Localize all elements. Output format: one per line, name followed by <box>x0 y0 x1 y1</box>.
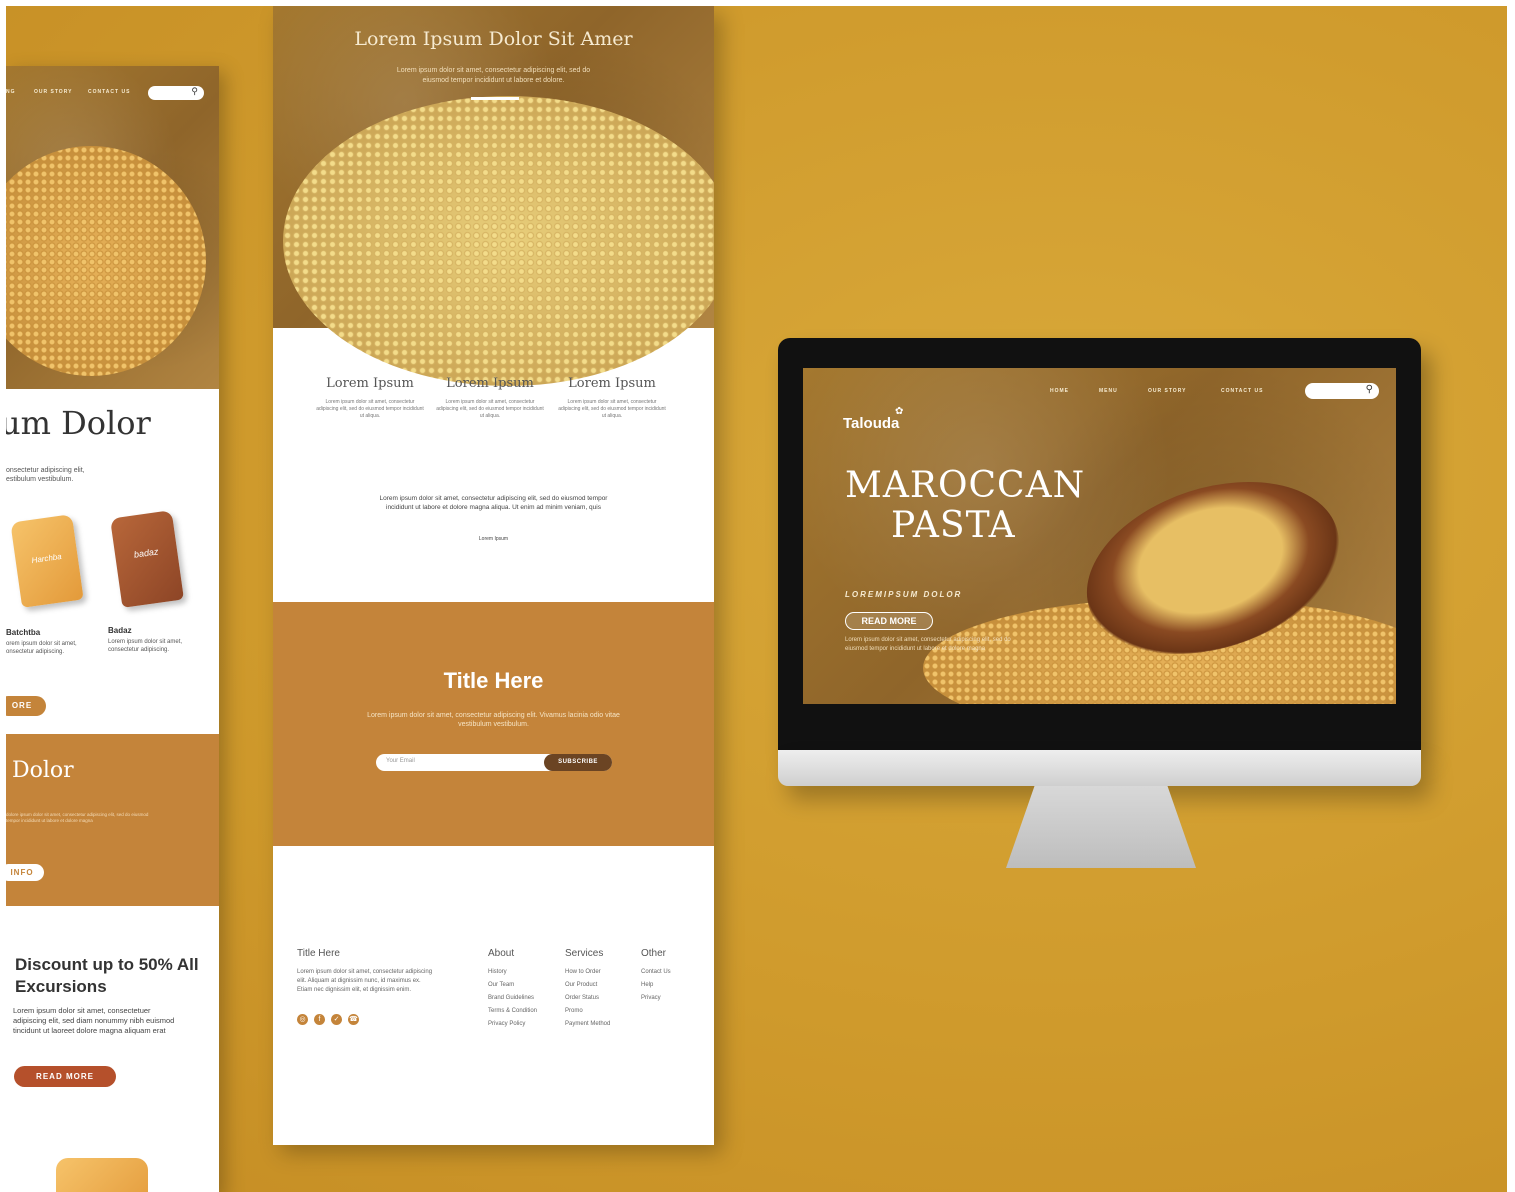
footer-text: Lorem ipsum dolor sit amet, consectetur … <box>297 969 433 993</box>
subscribe-button[interactable]: SUBSCRIBE <box>544 754 612 771</box>
center-mini-link[interactable]: Lorem Ipsum <box>273 536 714 542</box>
feature-column: Lorem Ipsum Lorem ipsum dolor sit amet, … <box>557 376 667 420</box>
nav-item-story[interactable]: OUR STORY <box>34 89 72 95</box>
newsletter-text: Lorem ipsum dolor sit amet, consectetur … <box>367 712 620 728</box>
footer-link[interactable]: How to Order <box>565 966 610 979</box>
footer-title: Title Here <box>297 948 340 959</box>
footer-link[interactable]: Our Product <box>565 979 610 992</box>
center-hero-image <box>283 96 714 386</box>
discount-text: Lorem ipsum dolor sit amet, consectetuer… <box>13 1006 175 1035</box>
feature-title: Lorem Ipsum <box>568 376 656 391</box>
email-field[interactable]: Your Email SUBSCRIBE <box>376 754 612 771</box>
feature-column: Lorem Ipsum Lorem ipsum dolor sit amet, … <box>435 376 545 420</box>
center-paragraph: Lorem ipsum dolor sit amet, consectetur … <box>379 495 608 511</box>
footer-link[interactable]: Privacy <box>641 992 671 1005</box>
product-bag-image <box>56 1158 148 1192</box>
feature-text: Lorem ipsum dolor sit amet, consectetur … <box>316 399 424 419</box>
footer-link[interactable]: Terms & Condition <box>488 1005 537 1018</box>
feature-text: Lorem ipsum dolor sit amet, consectetur … <box>558 399 666 419</box>
feature-text: Lorem ipsum dolor sit amet, consectetur … <box>436 399 544 419</box>
left-page-mockup: NG OUR STORY CONTACT US ⚲ um Dolor onsec… <box>6 66 219 1192</box>
whatsapp-icon[interactable]: ☎ <box>348 1014 359 1025</box>
newsletter-band: Title Here Lorem ipsum dolor sit amet, c… <box>273 602 714 846</box>
monitor-stand <box>1006 786 1196 868</box>
left-hero-image <box>6 146 206 376</box>
center-hero-title: Lorem Ipsum Dolor Sit Amer <box>354 28 633 50</box>
footer-services-title: Services <box>565 948 604 959</box>
hero-subtitle: LOREMIPSUM DOLOR <box>845 590 963 599</box>
nav-home[interactable]: HOME <box>1050 388 1069 394</box>
hero-text: Lorem ipsum dolor sit amet, consectetur … <box>845 637 1011 652</box>
left-hero: NG OUR STORY CONTACT US ⚲ <box>6 66 219 389</box>
product-name: Batchtba <box>6 628 41 637</box>
left-band: Dolor dolore ipsum dolor sit amet, conse… <box>6 734 219 906</box>
brand-logo[interactable]: Talouda <box>843 415 899 432</box>
hero-divider <box>471 97 519 100</box>
twitter-icon[interactable]: ✓ <box>331 1014 342 1025</box>
search-icon: ⚲ <box>191 86 198 96</box>
leaf-icon: ✿ <box>895 406 904 417</box>
nav-item-contact[interactable]: CONTACT US <box>88 89 130 95</box>
footer-about-list: History Our Team Brand Guidelines Terms … <box>488 966 537 1031</box>
instagram-icon[interactable]: ◎ <box>297 1014 308 1025</box>
monitor-chin <box>778 750 1421 786</box>
search-icon: ⚲ <box>1365 384 1373 395</box>
read-more-button[interactable]: READ MORE <box>845 612 933 630</box>
footer-link[interactable]: Payment Method <box>565 1018 610 1031</box>
footer-link[interactable]: Help <box>641 979 671 992</box>
center-page-mockup: Lorem Ipsum Dolor Sit Amer Lorem ipsum d… <box>273 6 714 1145</box>
feature-title: Lorem Ipsum <box>326 376 414 391</box>
product-bag-image: Harchba <box>10 514 84 608</box>
facebook-icon[interactable]: f <box>314 1014 325 1025</box>
left-heading: um Dolor <box>6 404 151 442</box>
monitor-screen: HOME MENU OUR STORY CONTACT US ⚲ Talouda… <box>803 368 1396 704</box>
nav-story[interactable]: OUR STORY <box>1148 388 1186 394</box>
bag-label: badaz <box>133 546 160 560</box>
mockup-stage: NG OUR STORY CONTACT US ⚲ um Dolor onsec… <box>6 6 1507 1192</box>
footer-services-list: How to Order Our Product Order Status Pr… <box>565 966 610 1031</box>
footer-other-title: Other <box>641 948 667 959</box>
email-placeholder: Your Email <box>386 758 415 764</box>
left-nav: NG OUR STORY CONTACT US ⚲ <box>6 82 219 100</box>
footer-link[interactable]: Our Team <box>488 979 537 992</box>
bag-label: Harchba <box>31 551 63 566</box>
nav-menu[interactable]: MENU <box>1099 388 1118 394</box>
more-button[interactable]: ORE <box>6 696 46 716</box>
footer-about-title: About <box>488 948 515 959</box>
nav-contact[interactable]: CONTACT US <box>1221 388 1263 394</box>
footer-link[interactable]: Order Status <box>565 992 610 1005</box>
left-band-title: Dolor <box>12 758 74 783</box>
monitor-frame: HOME MENU OUR STORY CONTACT US ⚲ Talouda… <box>778 338 1421 750</box>
feature-title: Lorem Ipsum <box>446 376 534 391</box>
product-bag-image: badaz <box>110 510 184 608</box>
footer-link[interactable]: Privacy Policy <box>488 1018 537 1031</box>
hero-title-line1: MAROCCAN <box>845 465 1086 506</box>
discount-title: Discount up to 50% All Excursions <box>15 955 199 996</box>
monitor-search-input[interactable]: ⚲ <box>1305 383 1379 399</box>
hero-title: MAROCCAN PASTA <box>845 466 1085 546</box>
center-hero: Lorem Ipsum Dolor Sit Amer Lorem ipsum d… <box>273 6 714 386</box>
hero-title-line2: PASTA <box>891 505 1016 546</box>
footer-other-list: Contact Us Help Privacy <box>641 966 671 1005</box>
footer-link[interactable]: History <box>488 966 537 979</box>
info-button[interactable]: INFO <box>6 864 44 881</box>
product-name: Badaz <box>108 626 132 635</box>
feature-column: Lorem Ipsum Lorem ipsum dolor sit amet, … <box>315 376 425 420</box>
left-intro: onsectetur adipiscing elit, estibulum ve… <box>6 467 85 483</box>
product-desc: orem ipsum dolor sit amet, onsectetur ad… <box>6 641 77 655</box>
left-band-text: dolore ipsum dolor sit amet, consectetur… <box>6 812 149 823</box>
left-search-input[interactable]: ⚲ <box>148 86 204 100</box>
footer-link[interactable]: Brand Guidelines <box>488 992 537 1005</box>
footer-link[interactable]: Promo <box>565 1005 610 1018</box>
newsletter-title: Title Here <box>443 668 544 693</box>
footer-link[interactable]: Contact Us <box>641 966 671 979</box>
nav-item[interactable]: NG <box>6 89 16 95</box>
read-more-button[interactable]: READ MORE <box>14 1066 116 1087</box>
center-hero-subtitle: Lorem ipsum dolor sit amet, consectetur … <box>396 67 591 84</box>
product-desc: Lorem ipsum dolor sit amet, consectetur … <box>108 639 183 653</box>
